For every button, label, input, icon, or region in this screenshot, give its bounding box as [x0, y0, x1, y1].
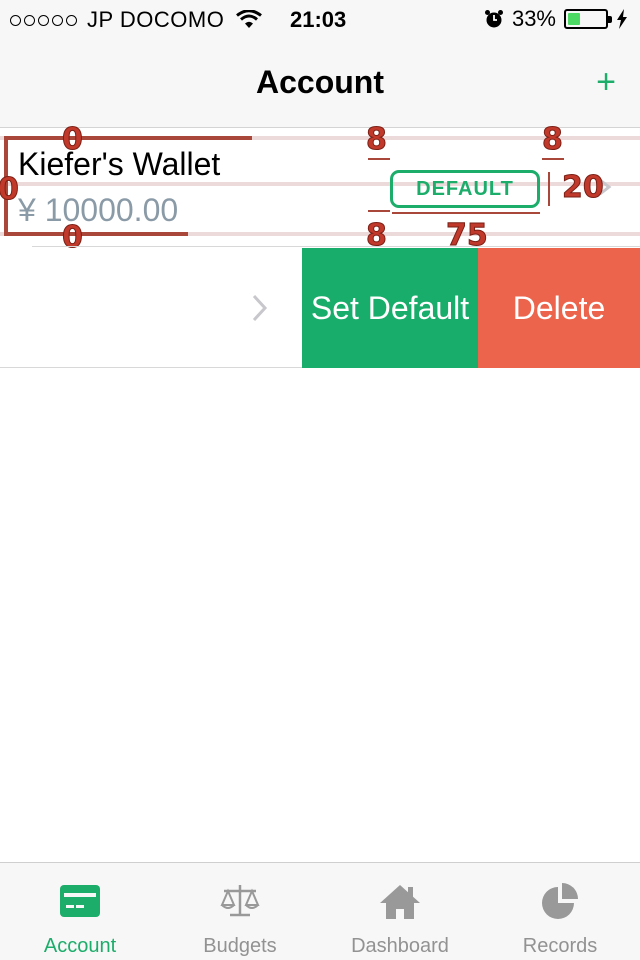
scale-icon	[220, 885, 260, 917]
home-icon	[380, 885, 420, 919]
account-balance: ¥ 10000.00	[18, 192, 179, 228]
account-cell-swiped[interactable]: Set Default Delete	[0, 248, 640, 368]
tab-label-account: Account	[43, 935, 117, 957]
navigation-bar: Account +	[0, 40, 640, 128]
set-default-button[interactable]: Set Default	[302, 248, 478, 368]
account-cell[interactable]: Kiefer's Wallet ¥ 10000.00 DEFAULT 0 0 0…	[0, 122, 640, 256]
status-time: 21:03	[290, 7, 347, 32]
battery-icon	[564, 9, 612, 29]
annotation-line-top	[4, 136, 252, 140]
tab-label-dashboard: Dashboard	[351, 935, 449, 957]
tab-records[interactable]: Records	[480, 863, 640, 960]
annotation-line-bottom	[4, 232, 188, 236]
annotation-line-badge-width	[392, 212, 540, 214]
battery-fill	[568, 13, 580, 25]
tab-bar: Account Budgets Dashboard Records	[0, 862, 640, 960]
annotation-top-left: 0	[62, 122, 84, 158]
status-bar: JP DOCOMO 21:03 33%	[0, 0, 640, 40]
charging-bolt-icon	[617, 9, 627, 29]
tab-account[interactable]: Account	[0, 863, 160, 960]
status-right: 33%	[484, 6, 628, 32]
delete-button[interactable]: Delete	[478, 248, 640, 368]
annotation-line-badge-height	[548, 172, 550, 206]
status-left: JP DOCOMO	[10, 7, 263, 33]
page-title: Account	[256, 64, 384, 100]
add-account-button[interactable]: +	[588, 64, 624, 100]
annotation-top-right: 8	[542, 122, 564, 158]
annotation-badge-height: 20	[562, 170, 605, 206]
default-badge: DEFAULT	[390, 170, 540, 208]
tab-label-records: Records	[522, 935, 598, 957]
annotation-line-top-right	[542, 158, 564, 160]
pie-chart-icon	[542, 883, 578, 919]
battery-percent: 33%	[511, 6, 556, 31]
card-icon	[60, 885, 100, 917]
chevron-right-icon	[252, 294, 268, 322]
signal-dots-icon	[10, 14, 77, 26]
annotation-left: 0	[0, 172, 19, 208]
cell-divider	[32, 246, 640, 247]
annotation-line-top-mid	[368, 158, 390, 160]
carrier-name: JP DOCOMO	[87, 7, 225, 32]
alarm-icon	[484, 10, 503, 28]
wifi-icon	[236, 10, 263, 28]
tab-label-budgets: Budgets	[203, 935, 277, 957]
account-name: Kiefer's Wallet	[18, 146, 221, 182]
tab-dashboard[interactable]: Dashboard	[320, 863, 480, 960]
annotation-line-bottom-mid	[368, 210, 390, 212]
annotation-top-mid: 8	[366, 122, 388, 158]
tab-budgets[interactable]: Budgets	[160, 863, 320, 960]
